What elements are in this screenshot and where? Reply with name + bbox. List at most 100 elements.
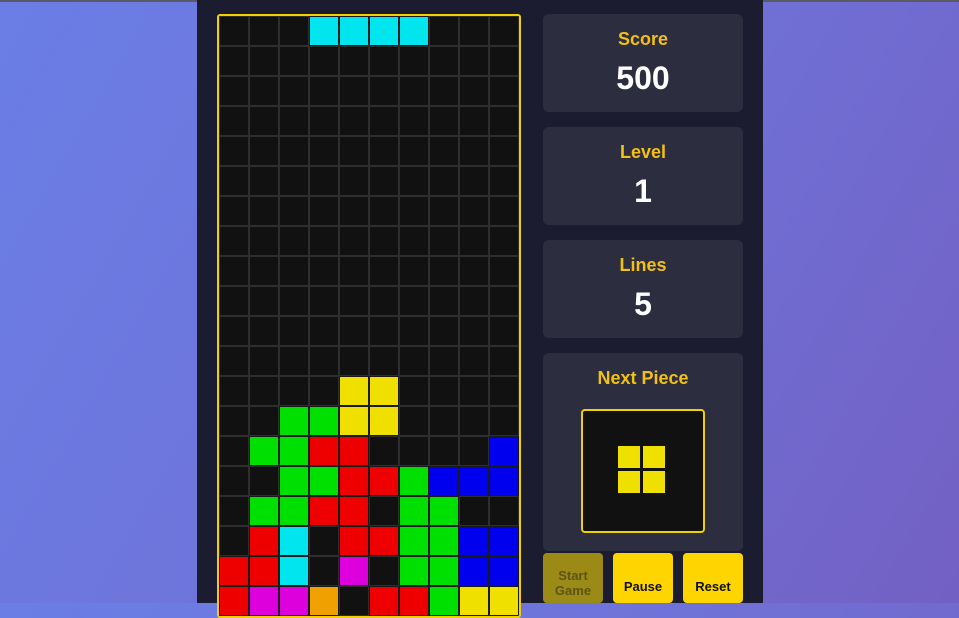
empty-cell (459, 136, 489, 166)
game-board[interactable] (217, 14, 521, 618)
empty-cell (369, 436, 399, 466)
empty-cell (429, 286, 459, 316)
next-piece-block (617, 470, 641, 494)
lines-value: 5 (634, 286, 652, 322)
score-label: Score (617, 29, 669, 49)
empty-cell (249, 46, 279, 76)
empty-cell (249, 136, 279, 166)
empty-cell (489, 76, 519, 106)
empty-cell (219, 286, 249, 316)
empty-cell (249, 16, 279, 46)
block-cell (459, 556, 489, 586)
empty-cell (429, 436, 459, 466)
block-cell (279, 496, 309, 526)
empty-cell (459, 196, 489, 226)
empty-cell (309, 346, 339, 376)
empty-cell (279, 256, 309, 286)
empty-cell (459, 436, 489, 466)
block-cell (489, 586, 519, 616)
empty-cell (249, 286, 279, 316)
block-cell (369, 586, 399, 616)
empty-cell (219, 256, 249, 286)
empty-cell (279, 286, 309, 316)
pause-button[interactable]: Pause (613, 553, 673, 603)
empty-cell (489, 16, 519, 46)
empty-cell (489, 166, 519, 196)
empty-cell (309, 286, 339, 316)
empty-cell (249, 196, 279, 226)
empty-cell (459, 346, 489, 376)
empty-cell (429, 16, 459, 46)
start-game-button[interactable]: Start Game (543, 553, 603, 603)
empty-cell (279, 136, 309, 166)
empty-cell (339, 166, 369, 196)
empty-cell (399, 256, 429, 286)
block-cell (399, 16, 429, 46)
empty-cell (399, 226, 429, 256)
empty-cell (489, 256, 519, 286)
empty-cell (309, 376, 339, 406)
empty-cell (459, 256, 489, 286)
block-cell (279, 526, 309, 556)
empty-cell (459, 376, 489, 406)
empty-cell (279, 46, 309, 76)
next-piece-block (617, 445, 641, 469)
empty-cell (369, 136, 399, 166)
block-cell (399, 556, 429, 586)
empty-cell (219, 526, 249, 556)
empty-cell (399, 376, 429, 406)
empty-cell (459, 166, 489, 196)
empty-cell (279, 226, 309, 256)
empty-cell (429, 166, 459, 196)
empty-cell (489, 496, 519, 526)
empty-cell (399, 286, 429, 316)
empty-cell (339, 346, 369, 376)
level-card: Level 1 (543, 127, 743, 225)
reset-button[interactable]: Reset (683, 553, 743, 603)
block-cell (309, 16, 339, 46)
empty-cell (219, 166, 249, 196)
empty-cell (489, 286, 519, 316)
empty-cell (249, 76, 279, 106)
empty-cell (219, 16, 249, 46)
next-piece-block (642, 470, 666, 494)
empty-cell (339, 286, 369, 316)
empty-cell (219, 196, 249, 226)
block-cell (249, 556, 279, 586)
empty-cell (309, 226, 339, 256)
empty-cell (279, 346, 309, 376)
block-cell (249, 586, 279, 616)
level-label: Level (619, 142, 667, 162)
empty-cell (459, 46, 489, 76)
empty-cell (369, 316, 399, 346)
empty-cell (429, 76, 459, 106)
block-cell (309, 406, 339, 436)
empty-cell (249, 256, 279, 286)
block-cell (339, 436, 369, 466)
block-cell (279, 466, 309, 496)
empty-cell (429, 406, 459, 436)
empty-cell (369, 556, 399, 586)
block-cell (489, 436, 519, 466)
empty-cell (339, 586, 369, 616)
empty-cell (309, 256, 339, 286)
block-cell (429, 586, 459, 616)
empty-cell (399, 46, 429, 76)
empty-cell (309, 316, 339, 346)
block-cell (399, 586, 429, 616)
empty-cell (339, 46, 369, 76)
empty-cell (489, 46, 519, 76)
empty-cell (489, 376, 519, 406)
empty-cell (369, 76, 399, 106)
score-card: Score 500 (543, 14, 743, 112)
empty-cell (429, 256, 459, 286)
empty-cell (429, 376, 459, 406)
empty-cell (369, 286, 399, 316)
block-cell (309, 466, 339, 496)
empty-cell (399, 406, 429, 436)
empty-cell (219, 76, 249, 106)
empty-cell (279, 106, 309, 136)
empty-cell (279, 196, 309, 226)
empty-cell (279, 166, 309, 196)
empty-cell (489, 196, 519, 226)
